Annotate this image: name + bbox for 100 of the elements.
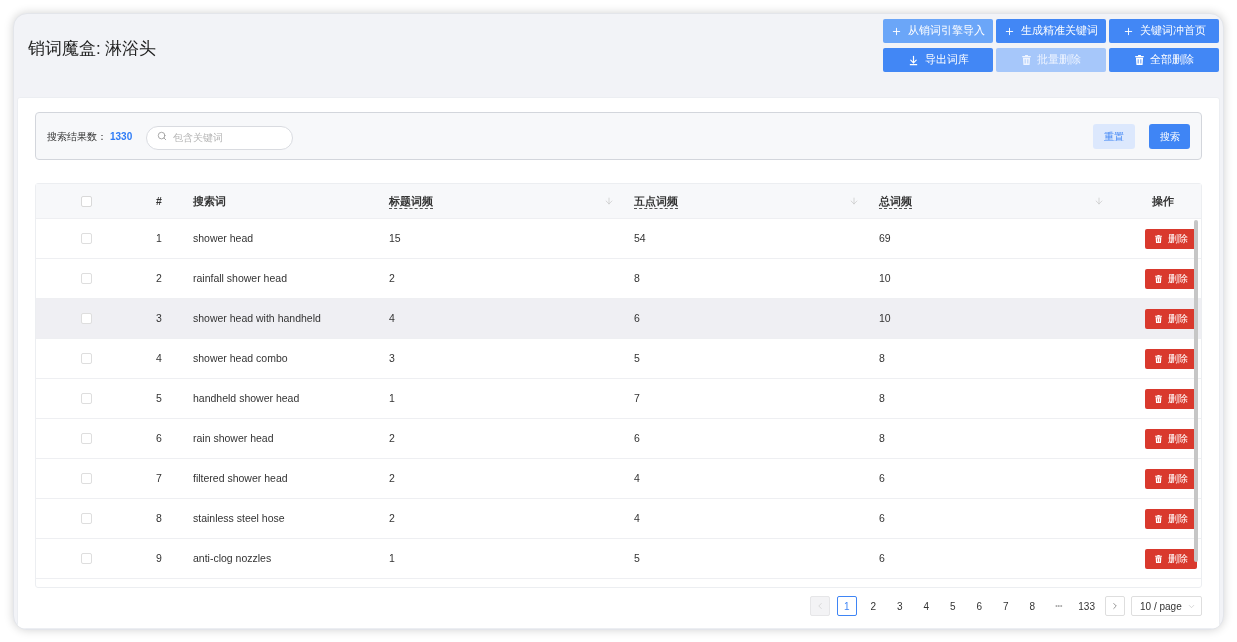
search-field[interactable]: 包含关键词 (146, 125, 294, 150)
page-button[interactable]: 7 (995, 596, 1016, 616)
table-cell-text: 6 (879, 470, 885, 486)
delete-button[interactable]: 删除 (1145, 428, 1197, 449)
row-checkbox[interactable] (80, 273, 92, 284)
column-header: 五点词频 (634, 193, 678, 209)
row-checkbox[interactable] (80, 553, 92, 564)
table-cell-text: 6 (156, 430, 162, 446)
table-cell-text: rain shower head (193, 430, 274, 446)
sort-arrow-icon[interactable] (1094, 196, 1104, 206)
trash-icon (1154, 314, 1162, 323)
select-all-checkbox[interactable] (80, 195, 92, 207)
row-checkbox[interactable] (80, 313, 92, 324)
table-cell-text: 6 (634, 310, 640, 326)
trash-icon (1154, 554, 1162, 563)
trash-icon (1154, 514, 1162, 523)
table-cell-text: 4 (156, 350, 162, 366)
table-cell-text: 1 (389, 390, 395, 406)
row-checkbox[interactable] (80, 433, 92, 444)
delete-button[interactable]: 删除 (1145, 308, 1197, 329)
sort-arrow-icon[interactable] (849, 196, 859, 206)
table-cell-text: 5 (634, 350, 640, 366)
search-bar-button[interactable]: 重置 (1093, 123, 1135, 149)
column-header: 操作 (1152, 194, 1174, 208)
table-cell-text: 2 (156, 270, 162, 286)
table-cell-text: 8 (879, 390, 885, 406)
toolbar-button[interactable]: 生成精准关键词 (996, 19, 1106, 43)
table-cell-text: 5 (156, 390, 162, 406)
delete-button[interactable]: 删除 (1145, 228, 1197, 249)
delete-button[interactable]: 删除 (1145, 268, 1197, 289)
table-cell-text: 7 (156, 470, 162, 486)
table-cell-text: 2 (389, 510, 395, 526)
row-checkbox[interactable] (80, 393, 92, 404)
page-button[interactable]: 3 (889, 596, 910, 616)
plus-icon (1122, 25, 1134, 37)
toolbar-button[interactable]: 导出词库 (883, 48, 993, 72)
trash-icon (1154, 474, 1162, 483)
table-cell-text: 4 (634, 470, 640, 486)
toolbar-button[interactable]: 从销词引擎导入 (883, 19, 993, 43)
trash-icon (1134, 55, 1144, 65)
table-cell-text: 2 (389, 470, 395, 486)
trash-icon (1154, 354, 1162, 363)
page-button[interactable]: 4 (916, 596, 937, 616)
delete-button[interactable]: 删除 (1145, 468, 1197, 489)
next-page-button[interactable] (1104, 596, 1125, 616)
table-cell-text: 54 (634, 230, 646, 246)
page-button[interactable]: 8 (1022, 596, 1043, 616)
trash-icon (1154, 394, 1162, 403)
column-header: # (156, 194, 162, 208)
scrollbar-thumb[interactable] (1194, 220, 1198, 562)
table-cell-text: 1 (389, 550, 395, 566)
page-button[interactable]: 1 (836, 596, 857, 616)
page-button[interactable]: 133 (1075, 596, 1098, 616)
table-cell-text: 7 (634, 390, 640, 406)
row-checkbox[interactable] (80, 473, 92, 484)
table-cell-text: 69 (879, 230, 891, 246)
toolbar-button[interactable]: 全部删除 (1109, 48, 1219, 72)
table-cell-text: 6 (879, 550, 885, 566)
table-cell-text: filtered shower head (193, 470, 288, 486)
table-cell-text: stainless steel hose (193, 510, 285, 526)
plus-icon (891, 25, 902, 37)
delete-button[interactable]: 删除 (1145, 388, 1197, 409)
table-cell-text: 8 (879, 430, 885, 446)
page-button[interactable]: 6 (969, 596, 990, 616)
search-bar-button[interactable]: 搜索 (1149, 123, 1190, 149)
row-checkbox[interactable] (80, 353, 92, 364)
column-header: 搜索词 (193, 194, 226, 208)
table-cell-text: 9 (156, 550, 162, 566)
sort-arrow-icon[interactable] (604, 196, 614, 206)
page-button[interactable]: 5 (942, 596, 963, 616)
table-cell-text: 2 (389, 430, 395, 446)
table-cell-text: 2 (389, 270, 395, 286)
table-cell-text: shower head with handheld (193, 310, 321, 326)
page-button[interactable]: 2 (863, 596, 884, 616)
table-cell-text: 1 (156, 230, 162, 246)
download-icon (907, 54, 919, 66)
delete-button[interactable]: 删除 (1145, 508, 1197, 529)
delete-button[interactable]: 删除 (1145, 348, 1197, 369)
trash-icon (1154, 434, 1162, 443)
plus-icon (1004, 25, 1015, 37)
page-size-select[interactable]: 10 / page (1131, 596, 1202, 616)
trash-icon (1154, 234, 1162, 243)
delete-button[interactable]: 删除 (1145, 548, 1197, 569)
table-cell-text: 8 (156, 510, 162, 526)
table-cell-text: rainfall shower head (193, 270, 287, 286)
table-cell-text: 8 (879, 350, 885, 366)
trash-icon (1154, 274, 1162, 283)
column-header: 总词频 (879, 193, 912, 209)
toolbar-button[interactable]: 关键词冲首页 (1109, 19, 1219, 43)
page-title: 销词魔盒: 淋浴头 (28, 38, 157, 60)
row-checkbox[interactable] (80, 233, 92, 244)
table-cell-text: anti-clog nozzles (193, 550, 272, 566)
table-cell-text: 3 (389, 350, 395, 366)
table-cell-text: 6 (634, 430, 640, 446)
search-icon (157, 131, 168, 141)
table-cell-text: shower head (193, 230, 254, 246)
table-cell-text: 8 (634, 270, 640, 286)
row-checkbox[interactable] (80, 513, 92, 524)
table-cell-text: handheld shower head (193, 390, 300, 406)
table-cell-text: 6 (879, 510, 885, 526)
